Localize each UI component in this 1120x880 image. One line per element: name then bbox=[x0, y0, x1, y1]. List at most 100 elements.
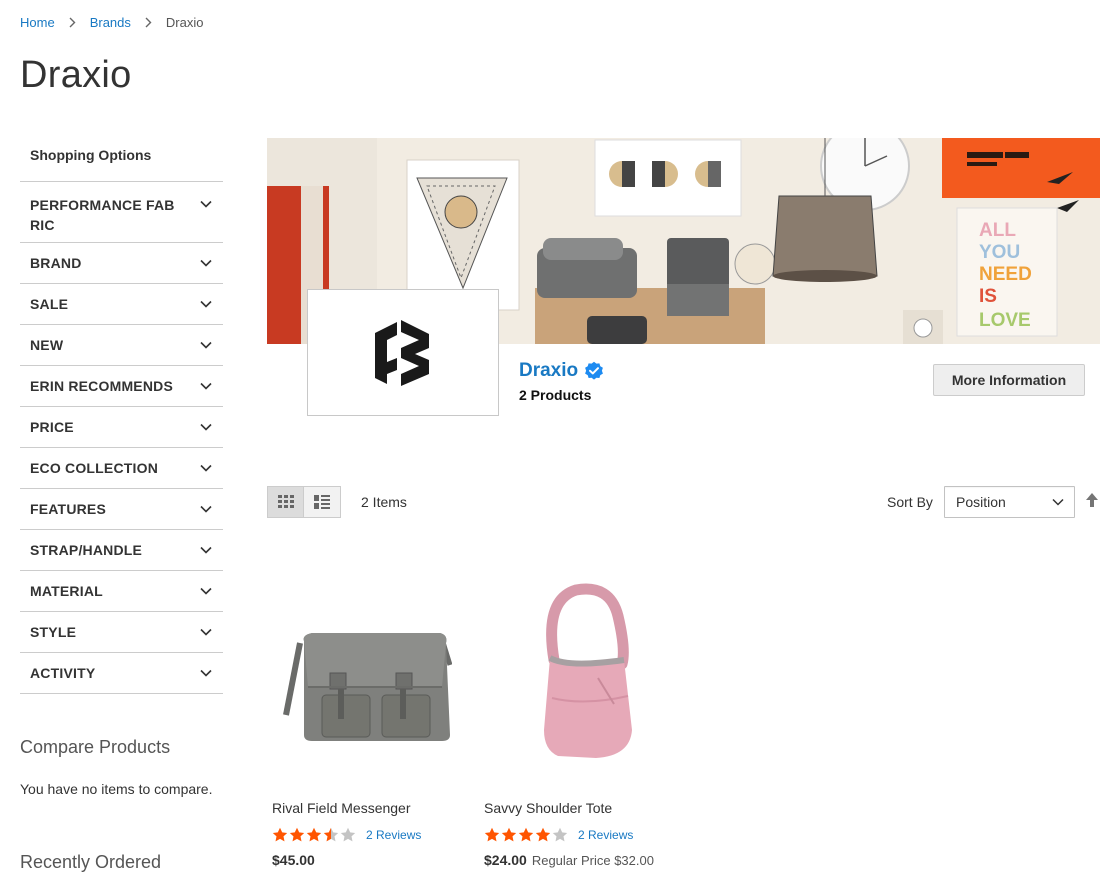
banner-poster-word: LOVE bbox=[979, 310, 1031, 331]
messenger-bag-image bbox=[283, 633, 452, 741]
breadcrumb-brands-link[interactable]: Brands bbox=[90, 15, 131, 30]
draxio-logo-icon bbox=[375, 319, 429, 386]
price-box: $24.00 Regular Price $32.00 bbox=[484, 852, 654, 868]
chevron-right-icon bbox=[69, 17, 76, 28]
filter-material[interactable]: MATERIAL bbox=[20, 571, 223, 612]
filter-performance-fabric[interactable]: PERFORMANCE FABRIC bbox=[20, 182, 223, 243]
compare-empty-text: You have no items to compare. bbox=[20, 781, 213, 797]
chevron-right-icon bbox=[145, 17, 152, 28]
product-name-link[interactable]: Savvy Shoulder Tote bbox=[484, 800, 612, 816]
brand-product-count: 2 Products bbox=[519, 387, 592, 403]
view-mode-switcher bbox=[267, 486, 341, 518]
product-image[interactable] bbox=[267, 575, 457, 775]
final-price: $24.00 bbox=[484, 852, 527, 868]
chevron-down-icon bbox=[199, 420, 213, 434]
filter-label: MATERIAL bbox=[30, 583, 103, 599]
star-icon bbox=[289, 827, 305, 842]
reviews-link[interactable]: 2 Reviews bbox=[578, 828, 633, 842]
page-title: Draxio bbox=[20, 54, 132, 96]
chevron-down-icon bbox=[199, 584, 213, 598]
star-icon bbox=[535, 827, 551, 842]
recently-ordered-title: Recently Ordered bbox=[20, 852, 162, 872]
filter-new[interactable]: NEW bbox=[20, 325, 223, 366]
star-icon bbox=[484, 827, 500, 842]
filter-label: ERIN RECOMMENDS bbox=[30, 378, 174, 394]
list-icon bbox=[314, 495, 330, 509]
filter-label: ACTIVITY bbox=[30, 665, 96, 681]
banner-poster-word: YOU bbox=[979, 242, 1020, 263]
chevron-down-icon bbox=[199, 338, 213, 352]
verified-badge-icon bbox=[585, 361, 604, 380]
chevron-down-icon bbox=[1052, 498, 1064, 506]
filter-erin-recommends[interactable]: ERIN RECOMMENDS bbox=[20, 366, 223, 407]
grid-view-button[interactable] bbox=[267, 486, 304, 518]
product-image[interactable] bbox=[479, 575, 669, 775]
product-rating: 2 Reviews bbox=[484, 827, 633, 843]
star-icon bbox=[306, 827, 322, 842]
filter-brand[interactable]: BRAND bbox=[20, 243, 223, 284]
toolbar-item-count: 2 Items bbox=[361, 494, 407, 510]
filter-label: SALE bbox=[30, 296, 69, 312]
filter-label: STRAP/HANDLE bbox=[30, 542, 143, 558]
brand-name-text: Draxio bbox=[519, 360, 579, 381]
chevron-down-icon bbox=[199, 543, 213, 557]
star-icon bbox=[518, 827, 534, 842]
price-box: $45.00 bbox=[272, 852, 320, 868]
filter-label: PRICE bbox=[30, 419, 74, 435]
chevron-down-icon bbox=[199, 502, 213, 516]
filter-label: STYLE bbox=[30, 624, 77, 640]
rating-stars bbox=[272, 827, 356, 843]
filter-features[interactable]: FEATURES bbox=[20, 489, 223, 530]
product-name-link[interactable]: Rival Field Messenger bbox=[272, 800, 411, 816]
banner-poster-word: IS bbox=[979, 286, 997, 307]
filter-label: NEW bbox=[30, 337, 64, 353]
filter-eco-collection[interactable]: ECO COLLECTION bbox=[20, 448, 223, 489]
sort-direction-button[interactable] bbox=[1085, 492, 1099, 508]
star-icon bbox=[340, 827, 356, 842]
chevron-down-icon bbox=[199, 379, 213, 393]
breadcrumb-home-link[interactable]: Home bbox=[20, 15, 55, 30]
star-icon bbox=[552, 827, 568, 842]
final-price: $45.00 bbox=[272, 852, 315, 868]
compare-products-title: Compare Products bbox=[20, 737, 171, 757]
shoulder-tote-image bbox=[544, 583, 632, 758]
breadcrumb-current: Draxio bbox=[165, 15, 204, 30]
filter-label: BRAND bbox=[30, 255, 82, 271]
product-card: Rival Field Messenger 2 Reviews $45.00 bbox=[267, 575, 457, 868]
sort-by-label: Sort By bbox=[887, 494, 933, 510]
rating-stars bbox=[484, 827, 568, 843]
filter-label: ECO COLLECTION bbox=[30, 460, 159, 476]
filter-activity[interactable]: ACTIVITY bbox=[20, 653, 223, 694]
chevron-down-icon bbox=[199, 297, 213, 311]
sidebar-filters: Shopping Options PERFORMANCE FABRIC BRAND… bbox=[20, 134, 223, 694]
filter-sale[interactable]: SALE bbox=[20, 284, 223, 325]
sort-by-select[interactable]: Position bbox=[944, 486, 1075, 518]
chevron-down-icon bbox=[199, 197, 213, 211]
filter-strap-handle[interactable]: STRAP/HANDLE bbox=[20, 530, 223, 571]
star-icon bbox=[501, 827, 517, 842]
chevron-down-icon bbox=[199, 461, 213, 475]
chevron-down-icon bbox=[199, 666, 213, 680]
product-rating: 2 Reviews bbox=[272, 827, 421, 843]
more-information-button[interactable]: More Information bbox=[933, 364, 1085, 396]
grid-icon bbox=[277, 495, 294, 508]
filter-label: PERFORMANCE FABRIC bbox=[30, 197, 175, 233]
brand-name-heading: Draxio bbox=[519, 360, 604, 382]
banner-poster-word: ALL bbox=[979, 220, 1016, 241]
filter-style[interactable]: STYLE bbox=[20, 612, 223, 653]
reviews-link[interactable]: 2 Reviews bbox=[366, 828, 421, 842]
star-icon bbox=[323, 827, 339, 842]
banner-poster-word: NEED bbox=[979, 264, 1032, 285]
arrow-up-icon bbox=[1086, 493, 1098, 507]
sort-by-value: Position bbox=[956, 494, 1006, 510]
chevron-down-icon bbox=[199, 625, 213, 639]
star-icon bbox=[272, 827, 288, 842]
list-view-button[interactable] bbox=[304, 486, 341, 518]
filter-label: FEATURES bbox=[30, 501, 107, 517]
brand-logo bbox=[307, 289, 499, 416]
breadcrumb: Home Brands Draxio bbox=[20, 15, 203, 30]
product-card: Savvy Shoulder Tote 2 Reviews $24.00 Reg… bbox=[479, 575, 669, 868]
regular-price: Regular Price $32.00 bbox=[531, 853, 654, 868]
filter-price[interactable]: PRICE bbox=[20, 407, 223, 448]
chevron-down-icon bbox=[199, 256, 213, 270]
